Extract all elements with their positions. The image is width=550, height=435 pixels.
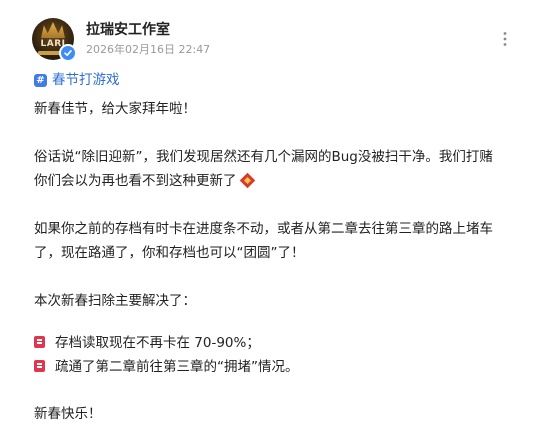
more-options-button[interactable] — [496, 28, 514, 50]
fix-list-item: 疏通了第二章前往第三章的“拥堵”情况。 — [34, 355, 299, 379]
fixes-intro: 本次新春扫除主要解决了： — [34, 293, 196, 309]
author-name[interactable]: 拉瑞安工作室 — [86, 20, 170, 40]
topic-tag[interactable]: # 春节打游戏 — [34, 71, 120, 89]
red-envelope-emoji — [239, 172, 255, 189]
red-bullet-emoji — [34, 360, 45, 372]
checkmark-icon — [64, 50, 72, 56]
post-paragraph-1-line-1: 俗话说“除旧迎新”，我们发现居然还有几个漏网的Bug没被扫干净。我们打赌 — [34, 149, 493, 165]
verified-badge-icon — [59, 44, 77, 62]
post-closing: 新春快乐！ — [34, 406, 102, 422]
post-greeting: 新春佳节，给大家拜年啦！ — [34, 101, 196, 117]
fix-item-text: 存档读取现在不再卡在 70-90%； — [55, 335, 260, 351]
avatar-crest — [41, 22, 65, 38]
post-paragraph-2-line-2: 了，现在路通了，你和存档也可以“团圆”了！ — [34, 245, 305, 261]
red-bullet-emoji — [34, 336, 45, 348]
paragraph-1-line-2-text: 你们会以为再也看不到这种更新了 — [34, 173, 237, 189]
fix-item-text: 疏通了第二章前往第三章的“拥堵”情况。 — [55, 359, 299, 375]
post-timestamp: 2026年02月16日 22:47 — [86, 43, 211, 56]
post-paragraph-1-line-2: 你们会以为再也看不到这种更新了 — [34, 169, 255, 193]
topic-label: 春节打游戏 — [52, 72, 120, 88]
topic-hash-icon: # — [34, 73, 47, 87]
social-post: LARI 拉瑞安工作室 2026年02月16日 22:47 # 春节打游戏 新春… — [0, 0, 550, 435]
fix-list-item: 存档读取现在不再卡在 70-90%； — [34, 331, 260, 355]
more-vertical-icon — [503, 32, 507, 46]
post-paragraph-2-line-1: 如果你之前的存档有时卡在进度条不动，或者从第二章去往第三章的路上堵车 — [34, 221, 493, 237]
